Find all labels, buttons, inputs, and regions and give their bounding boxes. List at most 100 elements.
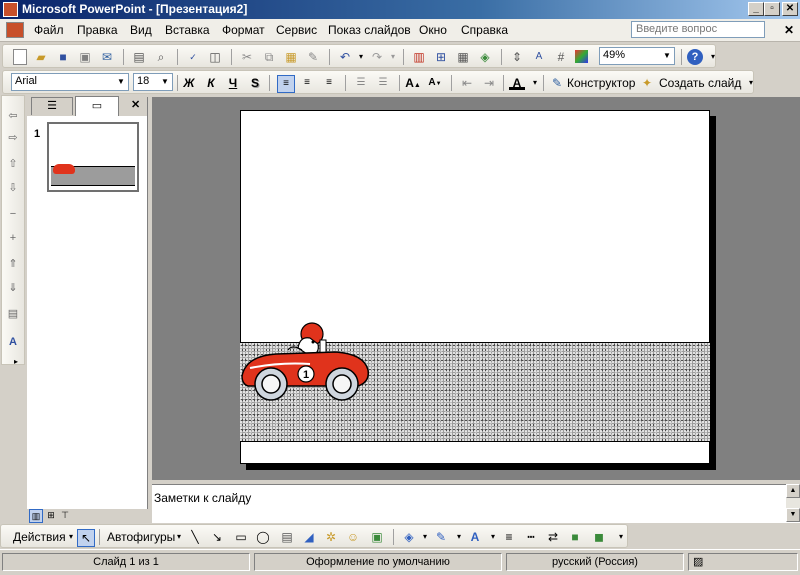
toolbar-options-icon[interactable]: ▾ [613,529,629,545]
copy-icon[interactable]: ⧉ [261,49,277,65]
show-formatting-icon[interactable]: A [531,49,547,65]
slide-thumbnail[interactable] [47,122,139,192]
font-color-dropdown-icon[interactable]: ▾ [485,529,501,545]
insert-table-icon[interactable]: ⊞ [433,49,449,65]
diagram-icon[interactable]: ✲ [323,529,339,545]
menu-file[interactable]: Файл [34,23,64,37]
tab-outline[interactable]: ☰ [31,97,73,115]
new-icon[interactable] [13,49,27,65]
format-painter-icon[interactable]: ✎ [305,49,321,65]
bullets-icon[interactable]: ☰ [375,75,391,91]
shadow-button[interactable]: S [247,75,263,91]
align-center-icon[interactable]: ≡ [299,75,315,91]
undo-dropdown-icon[interactable]: ▾ [353,49,369,65]
help-icon[interactable]: ? [687,49,703,65]
tab-slides[interactable]: ▭ [75,96,119,116]
insert-picture-icon[interactable]: ▣ [369,529,385,545]
decrease-indent-icon[interactable]: ⇤ [459,75,475,91]
clipart-icon[interactable]: ☺ [345,529,361,545]
underline-button[interactable]: Ч [225,75,241,91]
move-up-icon[interactable]: ⇧ [5,156,21,172]
rectangle-icon[interactable]: ▭ [233,529,249,545]
spelling-icon[interactable]: ✓ [185,49,201,65]
designer-icon[interactable]: ✎ [549,75,565,91]
line-color-dropdown-icon[interactable]: ▾ [451,529,467,545]
increase-indent-icon[interactable]: ⇥ [481,75,497,91]
paste-icon[interactable]: ▦ [283,49,299,65]
chevron-down-icon[interactable]: ▼ [115,75,127,89]
show-formatting-icon[interactable]: A [5,334,21,350]
italic-button[interactable]: К [203,75,219,91]
expand-icon[interactable]: + [5,230,21,246]
numbering-icon[interactable]: ☰ [353,75,369,91]
panel-close-button[interactable]: ✕ [131,98,140,111]
menu-help[interactable]: Справка [461,23,508,37]
color-grayscale-icon[interactable] [575,50,588,63]
demote-icon[interactable]: ⇨ [5,130,21,146]
font-size-combo[interactable]: 18 ▼ [133,73,173,91]
font-color-icon[interactable]: A [467,529,483,545]
scroll-down-icon[interactable]: ▼ [786,508,800,522]
scroll-up-icon[interactable]: ▲ [786,484,800,498]
increase-font-icon[interactable]: A▲ [405,75,421,91]
expand-all-icon[interactable]: ⇕ [509,49,525,65]
oval-icon[interactable]: ◯ [255,529,271,545]
promote-icon[interactable]: ⇦ [5,108,21,124]
notes-placeholder[interactable]: Заметки к слайду [154,491,251,505]
open-icon[interactable]: ▰ [33,49,49,65]
align-left-icon[interactable]: ≡ [277,75,295,93]
shadow-style-icon[interactable]: ■ [567,529,583,545]
actions-menu[interactable]: Действия [13,530,66,544]
3d-style-icon[interactable]: ◼ [591,529,607,545]
toolbar-options-icon[interactable]: ▾ [743,75,759,91]
insert-chart-icon[interactable]: ▥ [411,49,427,65]
powerpoint-app-icon[interactable] [3,2,18,17]
collapse-icon[interactable]: − [5,206,21,222]
toolbar-options-icon[interactable]: ▸ [14,357,24,366]
email-icon[interactable]: ✉ [99,49,115,65]
fill-color-icon[interactable]: ◈ [401,529,417,545]
font-color-icon[interactable]: A [509,75,525,90]
chevron-down-icon[interactable]: ▼ [159,75,171,89]
permission-icon[interactable]: ▣ [77,49,93,65]
cut-icon[interactable]: ✂ [239,49,255,65]
designer-button[interactable]: Конструктор [567,76,635,90]
menu-slideshow[interactable]: Показ слайдов [328,23,411,37]
close-button[interactable]: ✕ [782,2,798,16]
font-name-combo[interactable]: Arial ▼ [11,73,129,91]
maximize-button[interactable]: ▫ [764,2,780,16]
redo-dropdown-icon[interactable]: ▾ [385,49,401,65]
dash-style-icon[interactable]: ┅ [523,529,539,545]
slideshow-icon[interactable]: ⊤ [59,509,71,521]
minimize-button[interactable]: _ [748,2,764,16]
print-preview-icon[interactable]: ⌕ [153,49,169,65]
textbox-icon[interactable]: ▤ [279,529,295,545]
line-color-icon[interactable]: ✎ [433,529,449,545]
notes-pane[interactable]: Заметки к слайду [152,484,800,523]
expand-all-icon[interactable]: ⇓ [5,280,21,296]
line-style-icon[interactable]: ≡ [501,529,517,545]
menu-edit[interactable]: Правка [77,23,118,37]
undo-icon[interactable]: ↶ [337,49,353,65]
normal-view-icon[interactable]: ▥ [29,509,43,523]
arrow-style-icon[interactable]: ⇄ [545,529,561,545]
notes-scrollbar[interactable]: ▲ ▼ [786,484,800,522]
tables-borders-icon[interactable]: ▦ [455,49,471,65]
bold-button[interactable]: Ж [181,75,197,91]
toolbar-options-icon[interactable]: ▾ [705,49,721,65]
menu-insert[interactable]: Вставка [165,23,210,37]
arrow-icon[interactable]: ↘ [209,529,225,545]
slide-sorter-icon[interactable]: ⊞ [45,509,57,521]
menu-tools[interactable]: Сервис [276,23,317,37]
line-icon[interactable]: ╲ [187,529,203,545]
wordart-icon[interactable]: ◢ [301,529,317,545]
zoom-combo[interactable]: 49% ▼ [599,47,675,65]
document-close-button[interactable]: ✕ [784,23,794,37]
spelling-status-icon[interactable]: ▨ [688,553,798,571]
font-color-dropdown-icon[interactable]: ▾ [527,75,543,91]
fill-color-dropdown-icon[interactable]: ▾ [417,529,433,545]
chevron-down-icon[interactable]: ▼ [661,49,673,63]
summary-slide-icon[interactable]: ▤ [5,306,21,322]
race-car-clipart[interactable]: 1 [240,320,372,404]
save-icon[interactable]: ■ [55,49,71,65]
